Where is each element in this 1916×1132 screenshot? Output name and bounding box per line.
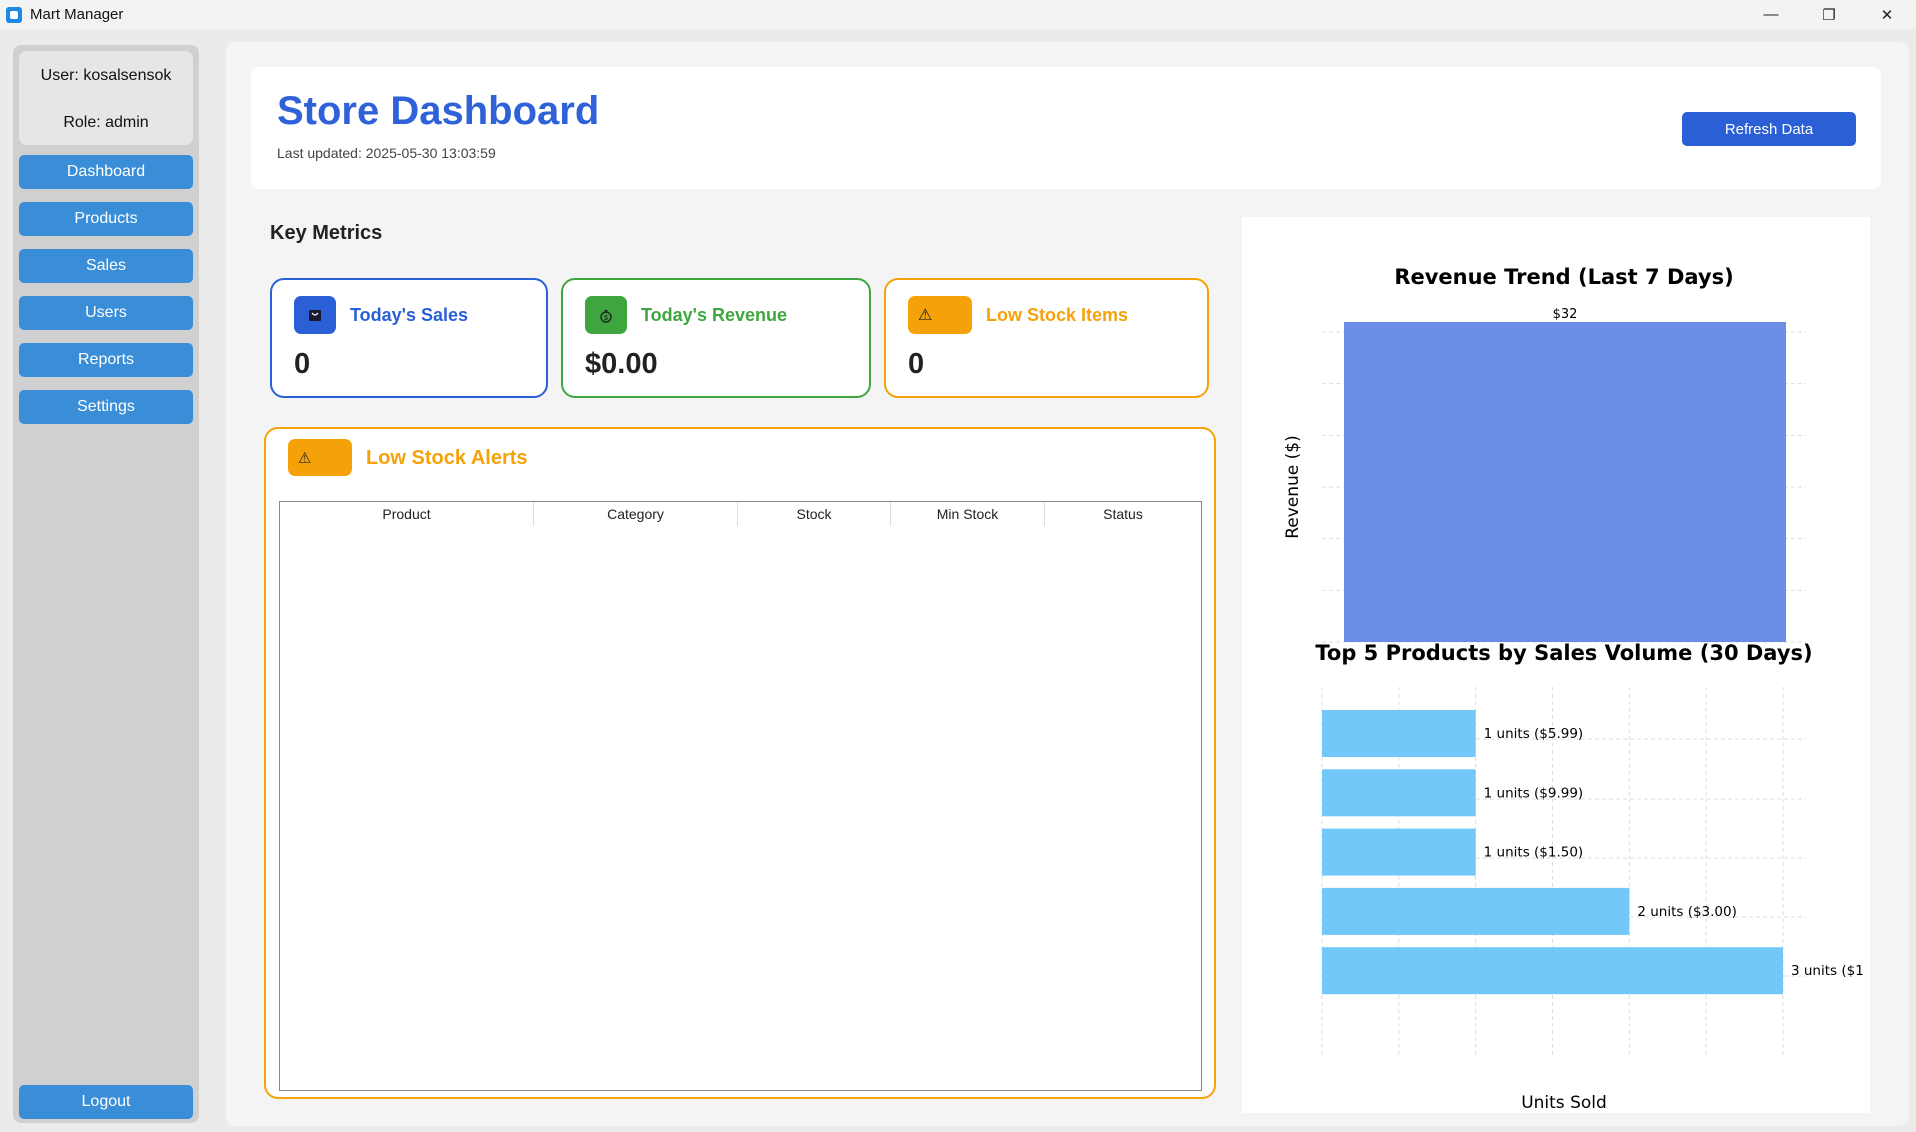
low-stock-alerts-panel: ⚠ Low Stock Alerts Product Category Stoc… [264, 427, 1216, 1099]
product-bar [1322, 947, 1783, 995]
product-bar-label: 2 units ($3.00) [1637, 904, 1737, 920]
shopping-bag-icon [294, 296, 336, 334]
low-stock-table[interactable]: Product Category Stock Min Stock Status [279, 501, 1202, 1091]
column-header-min-stock[interactable]: Min Stock [891, 502, 1045, 526]
todays-revenue-value: $0.00 [585, 348, 658, 380]
user-name: User: kosalsensok [40, 67, 172, 84]
user-info: User: kosalsensok Role: admin [19, 51, 193, 145]
product-bar [1322, 828, 1476, 876]
sidebar: User: kosalsensok Role: admin Dashboard … [13, 45, 199, 1123]
logout-button[interactable]: Logout [19, 1085, 193, 1119]
column-header-status[interactable]: Status [1045, 502, 1201, 526]
product-bar-label: 1 units ($9.99) [1484, 785, 1584, 801]
column-header-category[interactable]: Category [534, 502, 738, 526]
nav-settings-button[interactable]: Settings [19, 390, 193, 424]
top-products-chart-title: Top 5 Products by Sales Volume (30 Days) [1315, 641, 1812, 665]
app-icon [6, 6, 22, 23]
revenue-chart-title: Revenue Trend (Last 7 Days) [1394, 265, 1733, 289]
todays-sales-card: Today's Sales 0 [270, 278, 548, 398]
product-bar [1322, 710, 1476, 757]
low-stock-items-card: ⚠ Low Stock Items 0 [884, 278, 1209, 398]
warning-icon: ⚠ [908, 296, 972, 334]
column-header-stock[interactable]: Stock [738, 502, 891, 526]
charts-panel: Revenue Trend (Last 7 Days) Revenue ($) … [1242, 217, 1870, 1113]
nav-sales-button[interactable]: Sales [19, 249, 193, 283]
header: Store Dashboard Last updated: 2025-05-30… [251, 67, 1881, 189]
todays-sales-value: 0 [294, 348, 311, 380]
warning-icon: ⚠ [288, 439, 352, 476]
nav-dashboard-button[interactable]: Dashboard [19, 155, 193, 189]
svg-text:$: $ [604, 315, 608, 322]
main-panel: Store Dashboard Last updated: 2025-05-30… [226, 42, 1909, 1126]
table-header: Product Category Stock Min Stock Status [280, 502, 1201, 526]
page-title: Store Dashboard [277, 89, 600, 133]
todays-sales-label: Today's Sales [350, 305, 469, 325]
revenue-bar [1344, 322, 1786, 642]
window-title: Mart Manager [30, 6, 124, 23]
refresh-data-button[interactable]: Refresh Data [1682, 112, 1856, 146]
last-updated: Last updated: 2025-05-30 13:03:59 [277, 145, 496, 161]
nav-products-button[interactable]: Products [19, 202, 193, 236]
product-bar-label: 3 units ($1 [1791, 963, 1864, 979]
nav-users-button[interactable]: Users [19, 296, 193, 330]
money-bag-icon: $ [585, 296, 627, 334]
low-stock-items-value: 0 [908, 348, 925, 380]
minimize-icon[interactable]: — [1742, 0, 1800, 29]
title-bar: Mart Manager — ❐ ✕ [0, 0, 1916, 29]
column-header-product[interactable]: Product [280, 502, 534, 526]
revenue-chart-ylabel: Revenue ($) [1283, 435, 1303, 539]
product-bar [1322, 769, 1476, 817]
close-icon[interactable]: ✕ [1858, 0, 1916, 29]
charts-svg: Revenue Trend (Last 7 Days) Revenue ($) … [1283, 265, 1864, 1113]
revenue-bar-label: $32 [1553, 307, 1578, 322]
top-products-chart-xlabel: Units Sold [1521, 1093, 1607, 1113]
low-stock-alerts-title: Low Stock Alerts [366, 447, 528, 469]
key-metrics-title: Key Metrics [270, 222, 383, 244]
low-stock-items-label: Low Stock Items [986, 305, 1129, 325]
product-bar [1322, 887, 1630, 935]
todays-revenue-label: Today's Revenue [641, 305, 787, 325]
user-role: Role: admin [63, 114, 149, 131]
product-bar-label: 1 units ($5.99) [1484, 726, 1584, 742]
product-bar-label: 1 units ($1.50) [1484, 845, 1584, 861]
nav-reports-button[interactable]: Reports [19, 343, 193, 377]
todays-revenue-card: $ Today's Revenue $0.00 [561, 278, 871, 398]
restore-icon[interactable]: ❐ [1800, 0, 1858, 29]
